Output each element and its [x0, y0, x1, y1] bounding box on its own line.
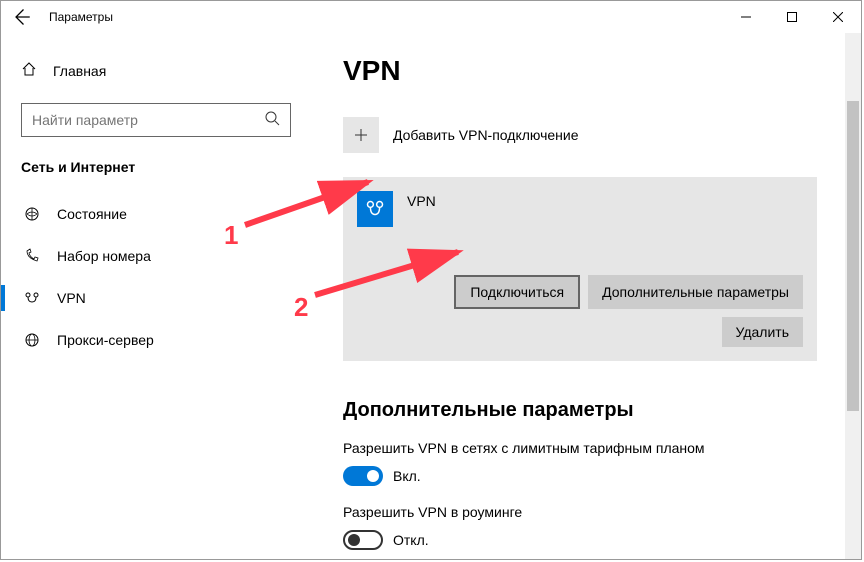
- sidebar-item-label: Состояние: [57, 206, 127, 222]
- globe-icon: [23, 332, 41, 348]
- settings-window: Параметры Главная Сеть и Интернет: [0, 0, 862, 560]
- annotation-number-1: 1: [224, 220, 238, 251]
- titlebar-left: Параметры: [11, 7, 113, 27]
- sidebar: Главная Сеть и Интернет Состояние: [1, 33, 311, 559]
- delete-button[interactable]: Удалить: [722, 317, 803, 347]
- roaming-label: Разрешить VPN в роуминге: [343, 504, 829, 520]
- home-icon: [21, 61, 37, 82]
- sidebar-item-proxy[interactable]: Прокси-сервер: [21, 319, 291, 361]
- minimize-button[interactable]: [723, 2, 769, 32]
- status-icon: [23, 206, 41, 222]
- page-title: VPN: [343, 55, 829, 87]
- sidebar-item-dialup[interactable]: Набор номера: [21, 235, 291, 277]
- add-vpn-label: Добавить VPN-подключение: [393, 127, 579, 143]
- setting-metered: Разрешить VPN в сетях с лимитным тарифны…: [343, 440, 829, 486]
- vpn-connection-card[interactable]: VPN Подключиться Дополнительные параметр…: [343, 177, 817, 361]
- sidebar-home[interactable]: Главная: [21, 53, 291, 89]
- sidebar-home-label: Главная: [53, 63, 106, 79]
- roaming-toggle[interactable]: [343, 530, 383, 550]
- category-header: Сеть и Интернет: [21, 159, 291, 175]
- vpn-card-header: VPN: [357, 191, 803, 227]
- sidebar-item-label: Набор номера: [57, 248, 151, 264]
- main-content: VPN Добавить VPN-подключение VPN: [311, 33, 861, 559]
- back-button[interactable]: [11, 7, 31, 27]
- setting-roaming: Разрешить VPN в роуминге Откл.: [343, 504, 829, 550]
- scrollbar[interactable]: [845, 33, 861, 559]
- advanced-options-button[interactable]: Дополнительные параметры: [588, 275, 803, 309]
- advanced-section-title: Дополнительные параметры: [343, 399, 829, 422]
- search-icon: [264, 110, 280, 131]
- sidebar-item-label: VPN: [57, 290, 86, 306]
- add-vpn-button[interactable]: Добавить VPN-подключение: [343, 117, 829, 153]
- vpn-connection-name: VPN: [407, 191, 436, 209]
- phone-icon: [23, 248, 41, 264]
- window-title: Параметры: [49, 10, 113, 24]
- vpn-actions-row: Подключиться Дополнительные параметры: [357, 275, 803, 309]
- sidebar-item-label: Прокси-сервер: [57, 332, 154, 348]
- window-body: Главная Сеть и Интернет Состояние: [1, 33, 861, 559]
- close-button[interactable]: [815, 2, 861, 32]
- metered-toggle-row: Вкл.: [343, 466, 829, 486]
- roaming-toggle-row: Откл.: [343, 530, 829, 550]
- metered-state: Вкл.: [393, 468, 421, 484]
- vpn-tile-icon: [357, 191, 393, 227]
- sidebar-item-vpn[interactable]: VPN: [21, 277, 291, 319]
- vpn-icon: [23, 290, 41, 306]
- roaming-state: Откл.: [393, 532, 429, 548]
- sidebar-item-status[interactable]: Состояние: [21, 193, 291, 235]
- metered-toggle[interactable]: [343, 466, 383, 486]
- annotation-number-2: 2: [294, 292, 308, 323]
- nav-list: Состояние Набор номера VPN: [21, 193, 291, 361]
- main-inner: VPN Добавить VPN-подключение VPN: [311, 33, 861, 550]
- connect-button[interactable]: Подключиться: [454, 275, 580, 309]
- search-box[interactable]: [21, 103, 291, 137]
- plus-icon: [343, 117, 379, 153]
- vpn-actions-row-2: Удалить: [357, 317, 803, 347]
- titlebar: Параметры: [1, 1, 861, 33]
- scrollbar-thumb[interactable]: [847, 101, 859, 411]
- metered-label: Разрешить VPN в сетях с лимитным тарифны…: [343, 440, 829, 456]
- search-input[interactable]: [32, 112, 252, 128]
- maximize-button[interactable]: [769, 2, 815, 32]
- window-controls: [723, 2, 861, 32]
